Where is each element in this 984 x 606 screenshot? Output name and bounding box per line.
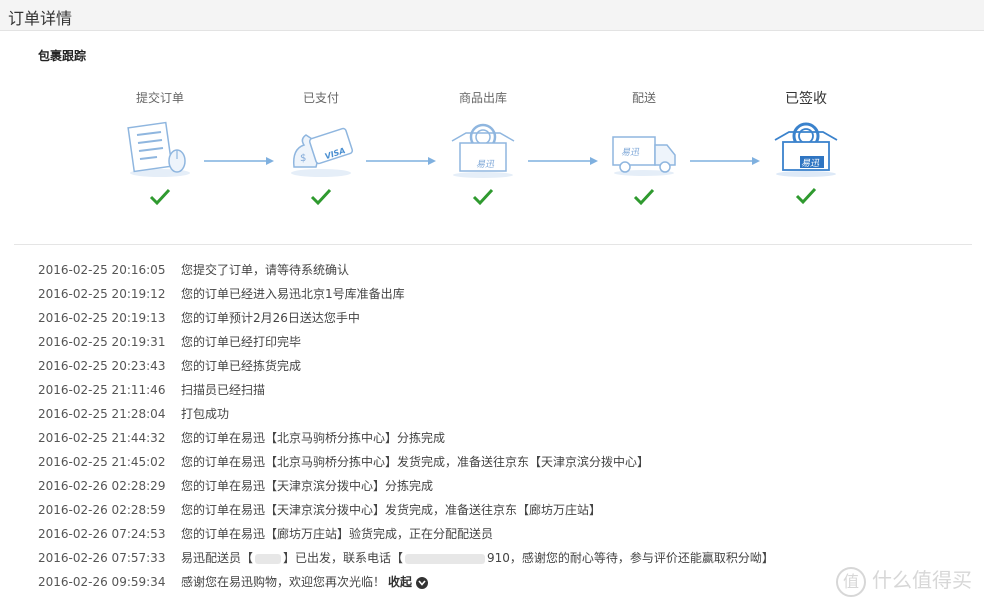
log-time: 2016-02-25 20:19:31 xyxy=(38,335,166,349)
log-message: 您的订单在易迅【天津京滨分拨中心】分拣完成 xyxy=(181,479,434,493)
arrow-icon xyxy=(204,157,274,165)
log-row: 2016-02-26 02:28:29 您的订单在易迅【天津京滨分拨中心】分拣完… xyxy=(38,478,968,502)
log-time: 2016-02-26 02:28:29 xyxy=(38,479,166,493)
log-row: 2016-02-25 21:44:32 您的订单在易迅【北京马驹桥分拣中心】分拣… xyxy=(38,430,968,454)
log-time: 2016-02-26 07:24:53 xyxy=(38,527,166,541)
log-time: 2016-02-25 20:19:13 xyxy=(38,311,166,325)
log-message: 打包成功 xyxy=(181,407,230,421)
log-row: 2016-02-25 21:11:46 扫描员已经扫描 xyxy=(38,382,968,406)
log-message: 您提交了订单，请等待系统确认 xyxy=(181,263,350,277)
log-time: 2016-02-26 02:28:59 xyxy=(38,503,166,517)
log-time: 2016-02-25 21:44:32 xyxy=(38,431,166,445)
log-row: 2016-02-25 20:19:31 您的订单已经打印完毕 xyxy=(38,334,968,358)
tracking-steps: 提交订单 已支付 $ VISA 商品出库 易迅 配送 易迅 已签收 易迅 xyxy=(0,0,984,240)
redacted-name xyxy=(255,553,282,564)
log-time: 2016-02-25 21:11:46 xyxy=(38,383,166,397)
step-label: 已支付 xyxy=(302,91,339,105)
svg-text:易迅: 易迅 xyxy=(801,158,820,169)
tracking-log: 2016-02-25 20:16:05 您提交了订单，请等待系统确认 2016-… xyxy=(38,262,968,598)
payment-icon: $ VISA xyxy=(291,127,354,177)
chevron-down-icon xyxy=(416,576,429,589)
log-row: 2016-02-26 07:57:33 易迅配送员【 】已出发，联系电话【 910，… xyxy=(38,550,968,574)
log-message: 易迅配送员【 】已出发，联系电话【 910，感谢您的耐心等待，参与评价还能赢取积分呦… xyxy=(181,550,774,566)
check-icon xyxy=(795,187,817,205)
log-row: 2016-02-25 20:16:05 您提交了订单，请等待系统确认 xyxy=(38,262,968,286)
step-label: 配送 xyxy=(631,91,656,105)
arrow-icon xyxy=(690,157,760,165)
svg-text:$: $ xyxy=(300,153,306,164)
log-message: 感谢您在易迅购物，欢迎您再次光临！ xyxy=(181,575,386,589)
log-time: 2016-02-25 21:45:02 xyxy=(38,455,166,469)
collapse-label: 收起 xyxy=(388,575,413,589)
check-icon xyxy=(633,188,655,206)
divider xyxy=(14,244,972,245)
log-row: 2016-02-25 20:23:43 您的订单已经拣货完成 xyxy=(38,358,968,382)
log-message: 您的订单在易迅【北京马驹桥分拣中心】分拣完成 xyxy=(181,431,446,445)
step-label: 提交订单 xyxy=(135,91,184,105)
svg-text:易迅: 易迅 xyxy=(476,159,495,170)
log-row: 2016-02-26 02:28:59 您的订单在易迅【天津京滨分拨中心】发货完… xyxy=(38,502,968,526)
watermark-logo: 值什么值得买 xyxy=(836,564,972,597)
log-message-part: 910，感谢您的耐心等待，参与评价还能赢取积分呦】 xyxy=(487,551,774,565)
step-label: 商品出库 xyxy=(458,91,507,105)
log-message: 您的订单在易迅【北京马驹桥分拣中心】发货完成，准备送往京东【天津京滨分拨中心】 xyxy=(181,455,650,469)
log-time: 2016-02-25 20:16:05 xyxy=(38,263,166,277)
arrow-icon xyxy=(366,157,436,165)
log-message-part: 易迅配送员【 xyxy=(181,551,254,565)
watermark-text: 什么值得买 xyxy=(872,568,972,592)
delivery-truck-icon: 易迅 xyxy=(612,136,676,176)
check-icon xyxy=(149,188,171,206)
log-row: 2016-02-26 07:24:53 您的订单在易迅【廊坊万庄站】验货完成，正… xyxy=(38,526,968,550)
log-row: 2016-02-25 21:45:02 您的订单在易迅【北京马驹桥分拣中心】发货… xyxy=(38,454,968,478)
check-icon xyxy=(310,188,332,206)
collapse-button[interactable]: 收起 xyxy=(388,574,429,590)
log-time: 2016-02-26 09:59:34 xyxy=(38,575,166,589)
log-time: 2016-02-25 20:19:12 xyxy=(38,287,166,301)
package-received-icon: 易迅 xyxy=(774,122,838,177)
log-message: 您的订单已经拣货完成 xyxy=(181,359,302,373)
svg-text:易迅: 易迅 xyxy=(621,147,640,158)
log-time: 2016-02-25 21:28:04 xyxy=(38,407,166,421)
step-label: 已签收 xyxy=(785,91,827,107)
log-message-part: 】已出发，联系电话【 xyxy=(283,551,404,565)
arrow-icon xyxy=(528,157,598,165)
log-row: 2016-02-25 20:19:13 您的订单预计2月26日送达您手中 xyxy=(38,310,968,334)
log-message: 扫描员已经扫描 xyxy=(181,383,266,397)
log-row: 2016-02-25 20:19:12 您的订单已经进入易迅北京1号库准备出库 xyxy=(38,286,968,310)
watermark-symbol: 值 xyxy=(836,566,866,597)
package-out-icon: 易迅 xyxy=(451,123,515,178)
log-time: 2016-02-26 07:57:33 xyxy=(38,551,166,565)
order-form-icon xyxy=(127,121,190,177)
log-message: 您的订单在易迅【廊坊万庄站】验货完成，正在分配配送员 xyxy=(181,527,494,541)
log-message: 您的订单已经进入易迅北京1号库准备出库 xyxy=(181,287,405,301)
check-icon xyxy=(472,188,494,206)
log-row: 2016-02-25 21:28:04 打包成功 xyxy=(38,406,968,430)
log-message: 您的订单在易迅【天津京滨分拨中心】发货完成，准备送往京东【廊坊万庄站】 xyxy=(181,503,602,517)
log-time: 2016-02-25 20:23:43 xyxy=(38,359,166,373)
log-message: 您的订单预计2月26日送达您手中 xyxy=(181,311,360,325)
log-row: 2016-02-26 09:59:34 感谢您在易迅购物，欢迎您再次光临！ 收起 xyxy=(38,574,968,598)
log-message: 您的订单已经打印完毕 xyxy=(181,335,302,349)
redacted-phone xyxy=(405,553,486,564)
